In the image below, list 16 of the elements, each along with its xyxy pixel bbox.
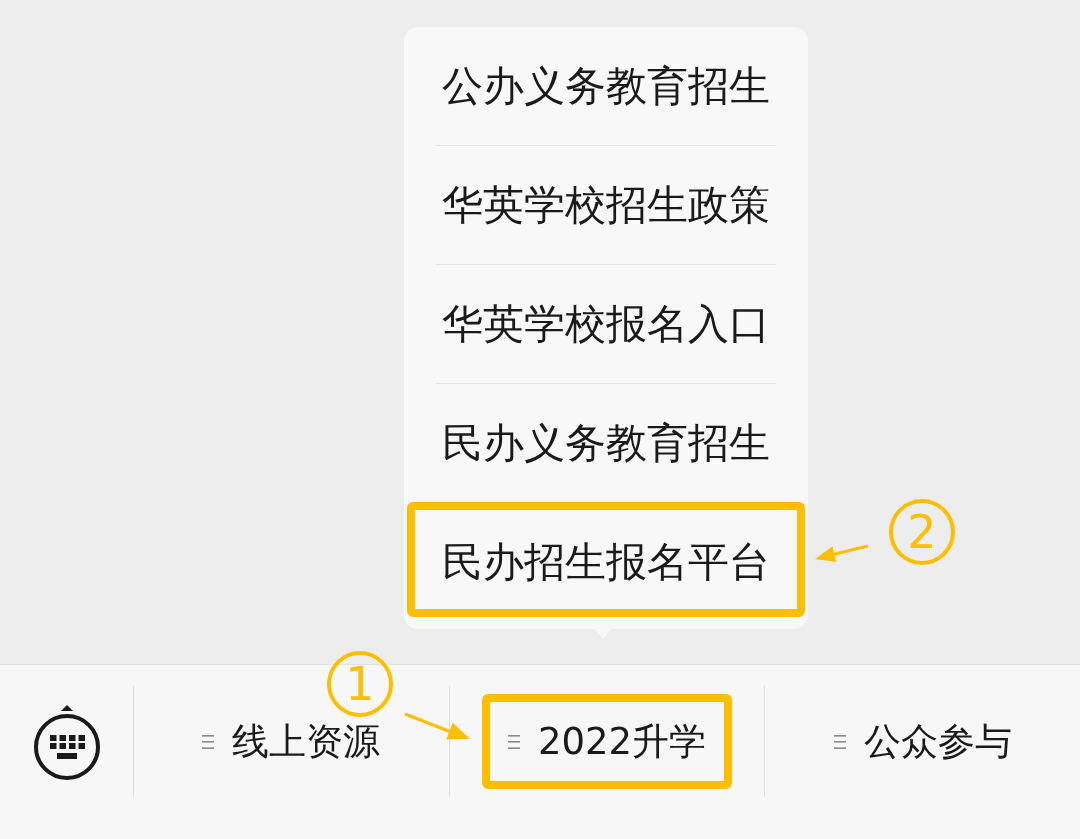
- keyboard-icon[interactable]: [32, 702, 101, 781]
- tab-label: 公众参与: [863, 723, 1012, 760]
- menu-bar-tab[interactable]: 公众参与: [807, 694, 1038, 789]
- step-number-badge: 2: [889, 499, 955, 565]
- menu-bar-tab[interactable]: 2022升学: [481, 694, 733, 789]
- menu-item[interactable]: 民办招生报名平台: [404, 503, 808, 621]
- tab-label: 线上资源: [232, 723, 381, 760]
- menu-icon: [833, 734, 846, 749]
- menu-item[interactable]: 华英学校招生政策: [404, 146, 808, 264]
- tab-label: 2022升学: [537, 723, 707, 760]
- menu-item[interactable]: 华英学校报名入口: [404, 265, 808, 383]
- menu-item[interactable]: 民办义务教育招生: [404, 384, 808, 502]
- menu-icon: [202, 734, 215, 749]
- menu-item[interactable]: 公办义务教育招生: [404, 27, 808, 145]
- step-number-badge: 1: [326, 651, 393, 717]
- menu-icon: [507, 734, 520, 749]
